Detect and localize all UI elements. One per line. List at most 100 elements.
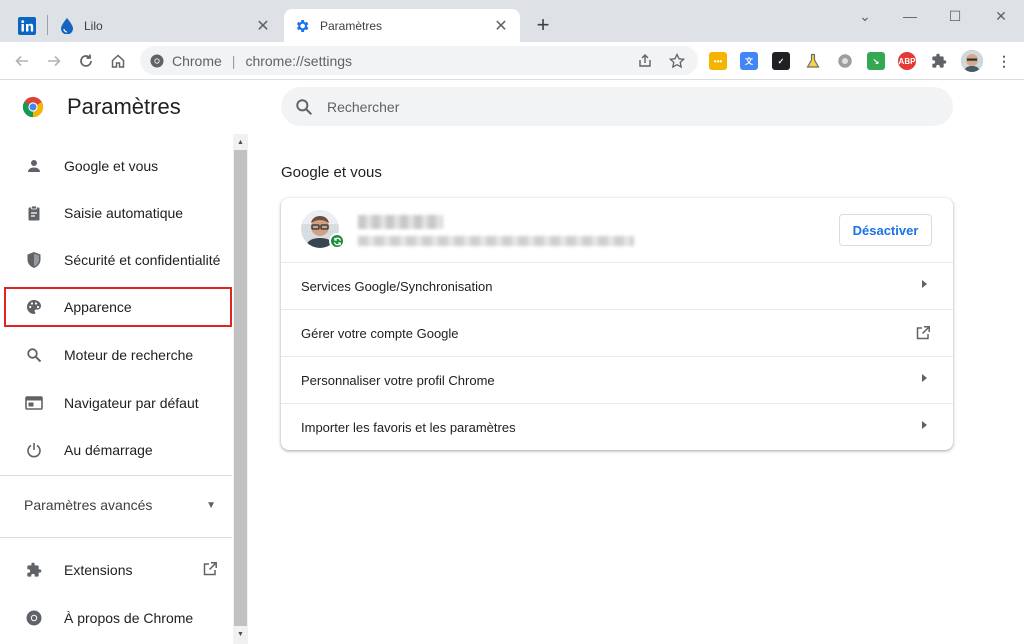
omnibox-divider: |: [231, 52, 236, 69]
search-placeholder: Rechercher: [327, 98, 400, 115]
sidebar-item-label: Extensions: [64, 562, 133, 578]
tab-parametres[interactable]: Paramètres ✕: [284, 9, 520, 42]
page-title: Paramètres: [67, 94, 181, 119]
caret-down-icon: ▼: [206, 499, 216, 511]
row-label: Importer les favoris et les paramètres: [301, 419, 516, 435]
sidebar-item-label: Saisie automatique: [64, 205, 184, 221]
search-icon: [24, 345, 44, 365]
linkedin-icon: [18, 16, 36, 35]
sidebar-item-label: Moteur de recherche: [64, 347, 194, 363]
reload-icon: [80, 54, 92, 67]
shield-icon: [24, 250, 44, 270]
chevron-right-icon: [922, 280, 927, 288]
person-icon: [24, 156, 44, 176]
tab-title: Lilo: [84, 18, 103, 33]
sidebar-item-label: À propos de Chrome: [64, 610, 194, 626]
row-customize-chrome-profile[interactable]: Personnaliser votre profil Chrome: [281, 356, 953, 403]
lilo-drop-icon: [61, 17, 73, 34]
search-icon: [296, 98, 313, 115]
puzzle-icon[interactable]: [930, 52, 948, 70]
new-tab-button[interactable]: +: [531, 13, 555, 37]
sidebar-item-extensions[interactable]: Extensions: [4, 548, 224, 592]
sidebar-divider: [0, 475, 232, 476]
sidebar-item-securite[interactable]: Sécurité et confidentialité: [4, 238, 232, 282]
maximize-button[interactable]: ☐: [932, 4, 978, 28]
back-arrow-icon: [15, 55, 28, 67]
scrollbar-thumb[interactable]: [234, 150, 247, 626]
palette-icon: [24, 297, 44, 317]
sidebar-item-label: Google et vous: [64, 158, 159, 174]
todo-check-icon[interactable]: ✓: [772, 52, 790, 70]
advanced-settings-toggle[interactable]: Paramètres avancés ▼: [24, 495, 216, 515]
sidebar-item-label: Navigateur par défaut: [64, 395, 199, 411]
tab-linkedin[interactable]: [8, 9, 48, 42]
sidebar-item-moteur-de-recherche[interactable]: Moteur de recherche: [4, 333, 232, 377]
sidebar-scrollbar[interactable]: ▲ ▼: [233, 134, 248, 644]
tab-strip: Lilo ✕ Paramètres ✕ + ⌄ — ☐ ✕: [0, 0, 1024, 42]
sync-icon: [329, 233, 345, 249]
flask-icon[interactable]: [804, 52, 822, 70]
sidebar-item-navigateur-par-defaut[interactable]: Navigateur par défaut: [4, 381, 232, 425]
adblock-plus-icon[interactable]: ABP: [898, 52, 916, 70]
browser-icon: [24, 393, 44, 413]
scroll-up-arrow-icon[interactable]: ▲: [233, 136, 248, 150]
close-window-button[interactable]: ✕: [978, 4, 1024, 28]
reload-button[interactable]: [74, 49, 98, 73]
sidebar-item-apparence[interactable]: Apparence: [4, 287, 232, 327]
gear-ext-icon[interactable]: [836, 52, 854, 70]
account-email-redacted: [358, 236, 634, 246]
sidebar-item-au-demarrage[interactable]: Au démarrage: [4, 428, 232, 472]
google-account-card: Désactiver Services Google/Synchronisati…: [281, 198, 953, 450]
green-arrow-icon[interactable]: ↘: [867, 52, 885, 70]
menu-kebab-icon[interactable]: ⋮: [995, 52, 1013, 70]
row-label: Personnaliser votre profil Chrome: [301, 372, 495, 388]
back-button[interactable]: [10, 49, 34, 73]
account-row: Désactiver: [281, 198, 953, 262]
row-google-services-sync[interactable]: Services Google/Synchronisation: [281, 262, 953, 309]
site-label: Chrome: [172, 52, 222, 69]
account-name-redacted: [358, 215, 443, 229]
sidebar-item-a-propos[interactable]: À propos de Chrome: [4, 596, 232, 640]
chevron-right-icon: [922, 374, 927, 382]
sidebar-item-label: Au démarrage: [64, 442, 153, 458]
row-label: Gérer votre compte Google: [301, 325, 459, 341]
advanced-settings-label: Paramètres avancés: [24, 497, 153, 513]
sidebar-item-label: Apparence: [64, 299, 132, 315]
tab-separator: [47, 15, 48, 35]
settings-search-input[interactable]: Rechercher: [281, 87, 953, 126]
row-manage-google-account[interactable]: Gérer votre compte Google: [281, 309, 953, 356]
chrome-logo-icon: [22, 96, 44, 118]
tab-search-icon[interactable]: ⌄: [842, 4, 888, 28]
home-button[interactable]: [106, 49, 130, 73]
scroll-down-arrow-icon[interactable]: ▼: [233, 628, 248, 642]
forward-button[interactable]: [42, 49, 66, 73]
translate-icon[interactable]: 文: [740, 52, 758, 70]
bookmark-star-icon[interactable]: [668, 52, 686, 70]
sidebar-item-label: Sécurité et confidentialité: [64, 252, 221, 268]
open-in-new-icon: [915, 325, 931, 341]
close-tab-icon[interactable]: ✕: [254, 16, 272, 36]
row-import-bookmarks-settings[interactable]: Importer les favoris et les paramètres: [281, 403, 953, 450]
lastpass-icon[interactable]: •••: [709, 52, 727, 70]
url-text: chrome://settings: [245, 52, 353, 69]
toolbar: Chrome | chrome://settings ••• 文 ✓ ↘ ABP…: [0, 42, 1024, 80]
gear-icon: [296, 19, 309, 32]
chrome-outline-icon: [24, 608, 44, 628]
disable-sync-button[interactable]: Désactiver: [839, 214, 932, 246]
puzzle-icon: [24, 560, 44, 580]
tab-lilo[interactable]: Lilo ✕: [50, 9, 282, 42]
address-bar[interactable]: Chrome | chrome://settings: [140, 46, 698, 75]
minimize-button[interactable]: —: [887, 4, 933, 28]
forward-arrow-icon: [48, 55, 61, 67]
tab-title: Paramètres: [320, 18, 383, 33]
home-icon: [111, 54, 125, 68]
close-tab-icon[interactable]: ✕: [492, 16, 510, 36]
row-label: Services Google/Synchronisation: [301, 278, 493, 294]
sidebar-item-google-et-vous[interactable]: Google et vous: [4, 144, 232, 188]
power-icon: [24, 440, 44, 460]
sidebar-item-saisie-automatique[interactable]: Saisie automatique: [4, 191, 232, 235]
chevron-right-icon: [922, 421, 927, 429]
sidebar-divider: [0, 537, 232, 538]
profile-avatar[interactable]: [961, 50, 983, 72]
share-icon[interactable]: [636, 52, 654, 70]
